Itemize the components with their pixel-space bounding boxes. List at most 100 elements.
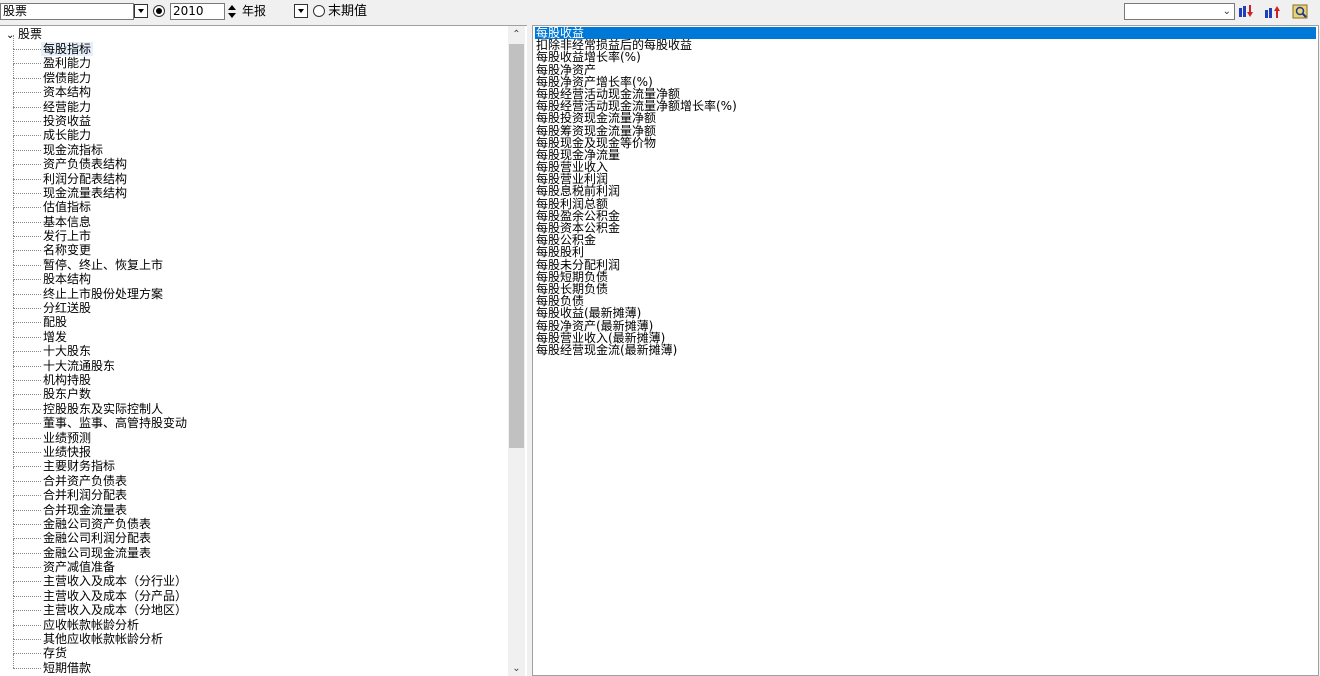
tree-item[interactable]: 盈利能力 <box>13 49 187 70</box>
field-item[interactable]: 每股投资现金流量净额 <box>535 112 1316 124</box>
tree-item-label: 经营能力 <box>43 99 92 114</box>
tree-item[interactable]: 主要财务指标 <box>13 452 187 473</box>
field-item[interactable]: 每股现金及现金等价物 <box>535 137 1316 149</box>
tree-item[interactable]: 经营能力 <box>13 92 187 114</box>
tree-item[interactable]: 主营收入及成本（分产品） <box>13 581 188 603</box>
tree-item[interactable]: 合并资产负债表 <box>13 466 187 488</box>
tree-item[interactable]: 现金流量表结构 <box>13 178 187 200</box>
tree-item-label: 利润分配表结构 <box>43 171 128 186</box>
tree-item[interactable]: 投资收益 <box>13 106 187 128</box>
field-item[interactable]: 每股净资产(最新摊薄) <box>535 319 1316 332</box>
tree-root[interactable]: ⌄ 股票 <box>6 27 42 43</box>
tree-item[interactable]: 利润分配表结构 <box>13 164 187 186</box>
tree-item[interactable]: 主营收入及成本（分行业） <box>13 567 187 588</box>
field-item[interactable]: 每股收益(最新摊薄) <box>535 307 1316 319</box>
tree-item[interactable]: 偿债能力 <box>13 63 187 85</box>
tree-item[interactable]: 合并利润分配表 <box>13 480 187 502</box>
tree-item[interactable]: 十大股东 <box>13 337 187 358</box>
tree-item[interactable]: 基本信息 <box>13 207 187 229</box>
scroll-down-icon[interactable]: ⌄ <box>508 660 525 676</box>
scroll-up-icon[interactable]: ⌃ <box>508 26 525 43</box>
tree-item[interactable]: 其他应收帐款帐龄分析 <box>13 624 187 647</box>
chevron-down-icon: ⌄ <box>1222 6 1231 17</box>
tree-item[interactable]: 业绩快报 <box>13 437 187 459</box>
tree-item[interactable]: 名称变更 <box>13 236 187 257</box>
field-item[interactable]: 每股利润总额 <box>535 198 1316 210</box>
tree-item[interactable]: 每股指标 <box>13 34 187 56</box>
tree-item[interactable]: 配股 <box>13 308 187 329</box>
tree-item[interactable]: 资本结构 <box>13 77 187 100</box>
field-item[interactable]: 每股营业收入 <box>535 161 1316 173</box>
find-icon[interactable] <box>1292 4 1310 20</box>
field-item[interactable]: 每股长期负债 <box>535 283 1316 295</box>
arrow-up-chart-icon[interactable] <box>1264 4 1282 20</box>
tree-item[interactable]: 金融公司利润分配表 <box>13 524 187 545</box>
field-item[interactable]: 每股资本公积金 <box>535 222 1316 234</box>
tree-item[interactable]: 短期借款 <box>13 653 187 675</box>
arrow-down-chart-icon[interactable] <box>1238 4 1256 20</box>
year-input[interactable]: 2010 <box>170 3 225 20</box>
tree-item[interactable]: 成长能力 <box>13 121 187 143</box>
field-item[interactable]: 每股收益增长率(%) <box>535 51 1316 63</box>
tree-item[interactable]: 董事、监事、高管持股变动 <box>13 408 187 430</box>
tree-item[interactable]: 机构持股 <box>13 365 187 387</box>
field-item[interactable]: 每股现金净流量 <box>535 149 1316 161</box>
category-dropdown-button[interactable] <box>134 4 148 18</box>
tree-item-label: 业绩快报 <box>43 444 92 459</box>
tree-item[interactable]: 应收帐款帐龄分析 <box>13 610 187 632</box>
period-radio[interactable] <box>153 5 165 17</box>
tree-item-label: 基本信息 <box>43 214 92 229</box>
year-spinner[interactable] <box>226 3 238 20</box>
search-combobox[interactable]: ⌄ <box>1124 3 1235 20</box>
field-item[interactable]: 每股筹资现金流量净额 <box>535 124 1316 137</box>
field-item[interactable]: 每股经营现金流(最新摊薄) <box>535 344 1316 356</box>
scrollbar-thumb[interactable] <box>509 44 524 448</box>
tree-item-label: 主营收入及成本（分产品） <box>43 588 188 603</box>
tree-item[interactable]: 终止上市股份处理方案 <box>13 279 187 301</box>
tree-item-label: 合并现金流量表 <box>43 502 128 517</box>
tree-item[interactable]: 发行上市 <box>13 221 187 243</box>
field-item[interactable]: 每股盈余公积金 <box>535 210 1316 222</box>
tree-item[interactable]: 股本结构 <box>13 265 187 286</box>
period-value: 年报 <box>242 4 267 18</box>
field-item[interactable]: 每股短期负债 <box>535 271 1316 283</box>
tree-item[interactable]: 资产负债表结构 <box>13 149 187 172</box>
tree-item[interactable]: 十大流通股东 <box>13 351 187 373</box>
tree-item[interactable]: 控股股东及实际控制人 <box>13 394 187 416</box>
tree-item-label: 控股股东及实际控制人 <box>43 401 164 416</box>
category-select[interactable]: 股票 <box>0 3 134 20</box>
field-item[interactable]: 每股负债 <box>535 295 1316 307</box>
tree-item[interactable]: 存货 <box>13 639 187 660</box>
tree-item[interactable]: 主营收入及成本（分地区） <box>13 596 187 617</box>
tree-item-label: 每股指标 <box>41 42 94 56</box>
tree-item[interactable]: 业绩预测 <box>13 423 187 445</box>
tree-item[interactable]: 估值指标 <box>13 193 187 214</box>
field-item[interactable]: 每股息税前利润 <box>535 185 1316 197</box>
tree-item-label: 资产负债表结构 <box>43 157 128 172</box>
tree-item-label: 成长能力 <box>43 128 92 143</box>
expand-chevron-icon[interactable]: ⌄ <box>6 29 18 43</box>
field-item[interactable]: 每股营业利润 <box>535 173 1316 185</box>
period-dropdown-button[interactable] <box>294 4 308 18</box>
tree-item[interactable]: 合并现金流量表 <box>13 495 187 517</box>
tree-item[interactable]: 金融公司现金流量表 <box>13 538 187 560</box>
tree-item[interactable]: 现金流指标 <box>13 135 187 157</box>
tree-item[interactable]: 暂停、终止、恢复上市 <box>13 250 187 272</box>
field-item[interactable]: 扣除非经常损益后的每股收益 <box>535 39 1316 51</box>
field-item[interactable]: 每股未分配利润 <box>535 258 1316 271</box>
tree-item[interactable]: 股东户数 <box>13 380 187 401</box>
tree-item[interactable]: 金融公司资产负债表 <box>13 509 187 531</box>
tree-item-label: 投资收益 <box>43 113 92 128</box>
tree-item-label: 其他应收帐款帐龄分析 <box>43 632 164 647</box>
field-item[interactable]: 每股公积金 <box>535 234 1316 246</box>
tree-item[interactable]: 增发 <box>13 322 187 344</box>
tree-item-label: 合并资产负债表 <box>43 473 128 488</box>
field-item[interactable]: 每股股利 <box>535 246 1316 258</box>
tree-scrollbar[interactable]: ⌃ ⌄ <box>508 26 525 676</box>
end-value-radio[interactable] <box>313 5 325 17</box>
tree-item[interactable]: 资产减值准备 <box>13 552 187 574</box>
tree-item-label: 资本结构 <box>43 85 92 100</box>
tree-item[interactable]: 分红送股 <box>13 293 187 315</box>
period-select[interactable]: 年报 <box>239 3 294 20</box>
field-item[interactable]: 每股净资产 <box>535 63 1316 76</box>
